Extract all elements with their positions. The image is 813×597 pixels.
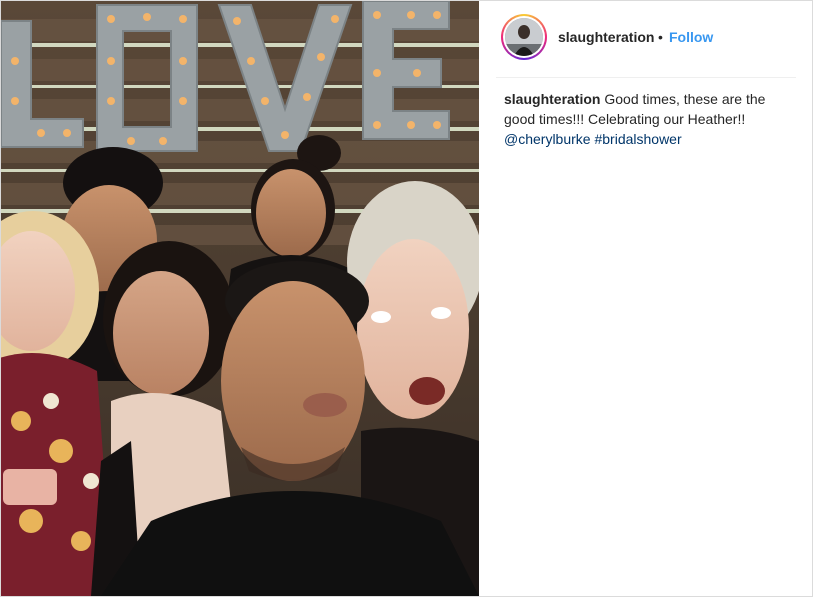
follow-button[interactable]: Follow	[669, 29, 713, 45]
post-caption: slaughteration Good times, these are the…	[504, 89, 794, 149]
instagram-post: slaughteration • Follow slaughteration G…	[0, 0, 813, 597]
avatar-photo	[505, 18, 543, 56]
caption-username[interactable]: slaughteration	[504, 91, 600, 107]
caption-mention-link[interactable]: @cherylburke	[504, 131, 591, 147]
header-divider	[496, 77, 796, 78]
post-photo[interactable]	[1, 1, 479, 596]
avatar-border	[503, 16, 545, 58]
caption-hashtag-link[interactable]: #bridalshower	[594, 131, 681, 147]
post-sidebar: slaughteration • Follow slaughteration G…	[480, 1, 812, 596]
author-username[interactable]: slaughteration	[558, 29, 654, 45]
avatar	[505, 18, 543, 56]
avatar-story-ring[interactable]	[501, 14, 547, 60]
group-selfie-photo	[1, 1, 479, 596]
post-header: slaughteration • Follow	[480, 1, 812, 77]
header-separator: •	[658, 29, 663, 45]
